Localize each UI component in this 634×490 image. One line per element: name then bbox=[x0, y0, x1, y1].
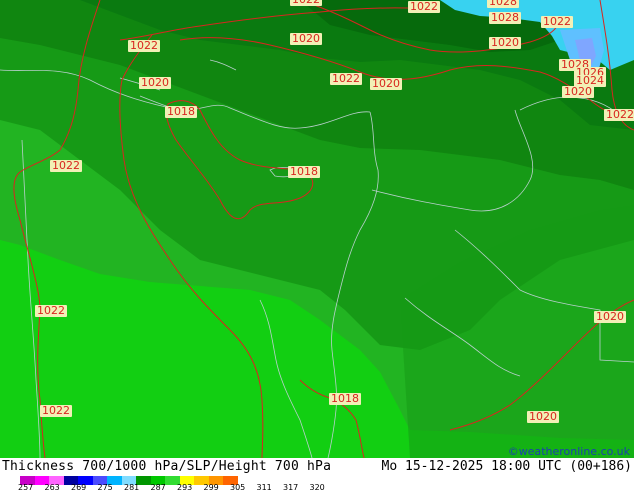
scale-tick-label: 311 bbox=[256, 483, 272, 490]
valid-time: Mo 15-12-2025 18:00 UTC (00+186) bbox=[381, 459, 632, 474]
isobar-label: 1022 bbox=[35, 304, 67, 317]
isobar-label: 1022 bbox=[290, 0, 322, 6]
isobar-label: 1018 bbox=[165, 105, 197, 118]
isobar-label: 1020 bbox=[527, 410, 559, 423]
isobar-label: 1022 bbox=[604, 108, 634, 121]
isobar-label: 1022 bbox=[330, 72, 362, 85]
isobar-label: 1018 bbox=[329, 392, 361, 405]
scale-tick-label: 287 bbox=[150, 483, 166, 490]
isobar-label: 1022 bbox=[40, 404, 72, 417]
isobar-label: 1022 bbox=[50, 159, 82, 172]
scale-tick-label: 305 bbox=[230, 483, 246, 490]
isobar-label: 1020 bbox=[562, 85, 594, 98]
isobar-label: 1022 bbox=[541, 15, 573, 28]
isobar-label: 1018 bbox=[288, 165, 320, 178]
isobar-label: 1020 bbox=[370, 77, 402, 90]
chart-title: Thickness 700/1000 hPa/SLP/Height 700 hP… bbox=[2, 459, 332, 474]
scale-tick-label: 263 bbox=[44, 483, 60, 490]
scale-tick-label: 281 bbox=[124, 483, 140, 490]
credit-link[interactable]: ©weatheronline.co.uk bbox=[508, 445, 630, 458]
scale-tick-label: 293 bbox=[177, 483, 193, 490]
scale-tick-label: 269 bbox=[71, 483, 87, 490]
scale-ticks: 257 263 269 275 281 287 293 299 305 311 317 320 bbox=[18, 483, 336, 490]
scale-tick-label: 299 bbox=[203, 483, 219, 490]
scale-tick-label: 257 bbox=[18, 483, 34, 490]
isobar-label: 1022 bbox=[408, 0, 440, 13]
isobar-label: 1020 bbox=[290, 32, 322, 45]
scale-tick-label: 275 bbox=[97, 483, 113, 490]
isobar-label: 1022 bbox=[128, 39, 160, 52]
thickness-map bbox=[0, 0, 634, 458]
isobar-label: 1020 bbox=[139, 76, 171, 89]
scale-tick-label: 320 bbox=[309, 483, 325, 490]
weather-map-page: 1022 1022 1028 1028 1022 1020 1020 1022 … bbox=[0, 0, 634, 490]
scale-tick-label: 317 bbox=[283, 483, 299, 490]
isobar-label: 1020 bbox=[489, 36, 521, 49]
isobar-label: 1020 bbox=[594, 310, 626, 323]
isobar-label: 1028 bbox=[487, 0, 519, 8]
isobar-label: 1028 bbox=[489, 11, 521, 24]
map-footer: ©weatheronline.co.uk Thickness 700/1000 … bbox=[0, 445, 634, 490]
